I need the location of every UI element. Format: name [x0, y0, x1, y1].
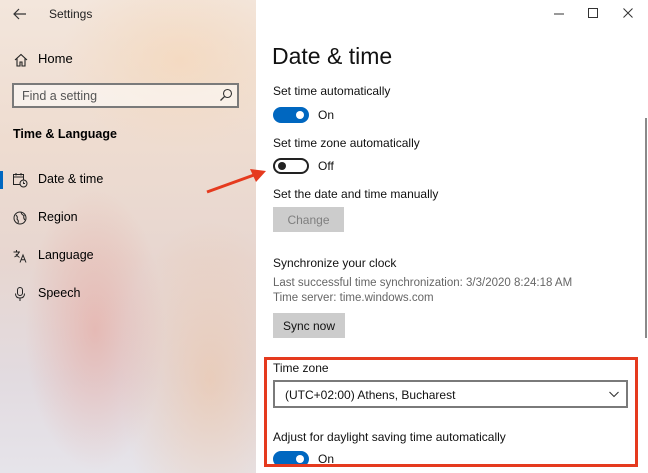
minimize-icon — [554, 13, 564, 15]
microphone-icon — [15, 287, 25, 301]
set-time-auto-state: On — [318, 108, 335, 122]
back-arrow-icon — [13, 8, 26, 20]
search-box — [12, 83, 239, 108]
last-sync-text: Last successful time synchronization: 3/… — [273, 277, 573, 289]
sync-now-button[interactable]: Sync now — [273, 313, 345, 338]
language-icon — [13, 250, 27, 263]
home-icon — [14, 53, 28, 67]
sidebar-item-language[interactable]: Language — [0, 241, 256, 271]
sidebar-item-speech[interactable]: Speech — [0, 279, 256, 309]
app-title: Settings — [49, 7, 93, 21]
manual-label: Set the date and time manually — [273, 187, 439, 201]
highlight-box — [264, 357, 638, 467]
maximize-icon — [588, 8, 598, 18]
set-zone-auto-label: Set time zone automatically — [273, 136, 420, 150]
active-indicator — [0, 171, 3, 189]
toggle-knob — [278, 162, 286, 170]
set-zone-auto-state: Off — [318, 159, 334, 173]
sidebar-item-home-label: Home — [38, 51, 73, 66]
back-button[interactable] — [8, 4, 32, 24]
annotation-arrow-icon — [206, 169, 266, 194]
time-server-text: Time server: time.windows.com — [273, 292, 434, 304]
set-time-auto-toggle[interactable] — [273, 107, 309, 123]
sidebar-item-home[interactable]: Home — [0, 46, 256, 72]
maximize-button[interactable] — [573, 2, 613, 26]
calendar-clock-icon — [13, 173, 28, 188]
sidebar-item-label: Region — [38, 210, 78, 224]
search-icon[interactable] — [219, 88, 233, 102]
sync-heading: Synchronize your clock — [273, 256, 397, 270]
search-input[interactable] — [14, 85, 212, 106]
scrollbar[interactable] — [645, 118, 647, 338]
sidebar-item-label: Date & time — [38, 172, 104, 186]
globe-icon — [13, 211, 27, 225]
set-zone-auto-toggle[interactable] — [273, 158, 309, 174]
close-icon — [623, 8, 633, 18]
page-title: Date & time — [272, 43, 393, 69]
set-time-auto-label: Set time automatically — [273, 84, 391, 98]
close-button[interactable] — [608, 2, 648, 26]
toggle-knob — [296, 111, 304, 119]
sidebar-item-label: Language — [38, 248, 94, 262]
sidebar-item-region[interactable]: Region — [0, 203, 256, 233]
sidebar-item-label: Speech — [38, 286, 81, 300]
section-title: Time & Language — [13, 127, 117, 141]
sidebar: Settings Home Time & Language Date & tim… — [0, 0, 256, 473]
change-button[interactable]: Change — [273, 207, 344, 232]
